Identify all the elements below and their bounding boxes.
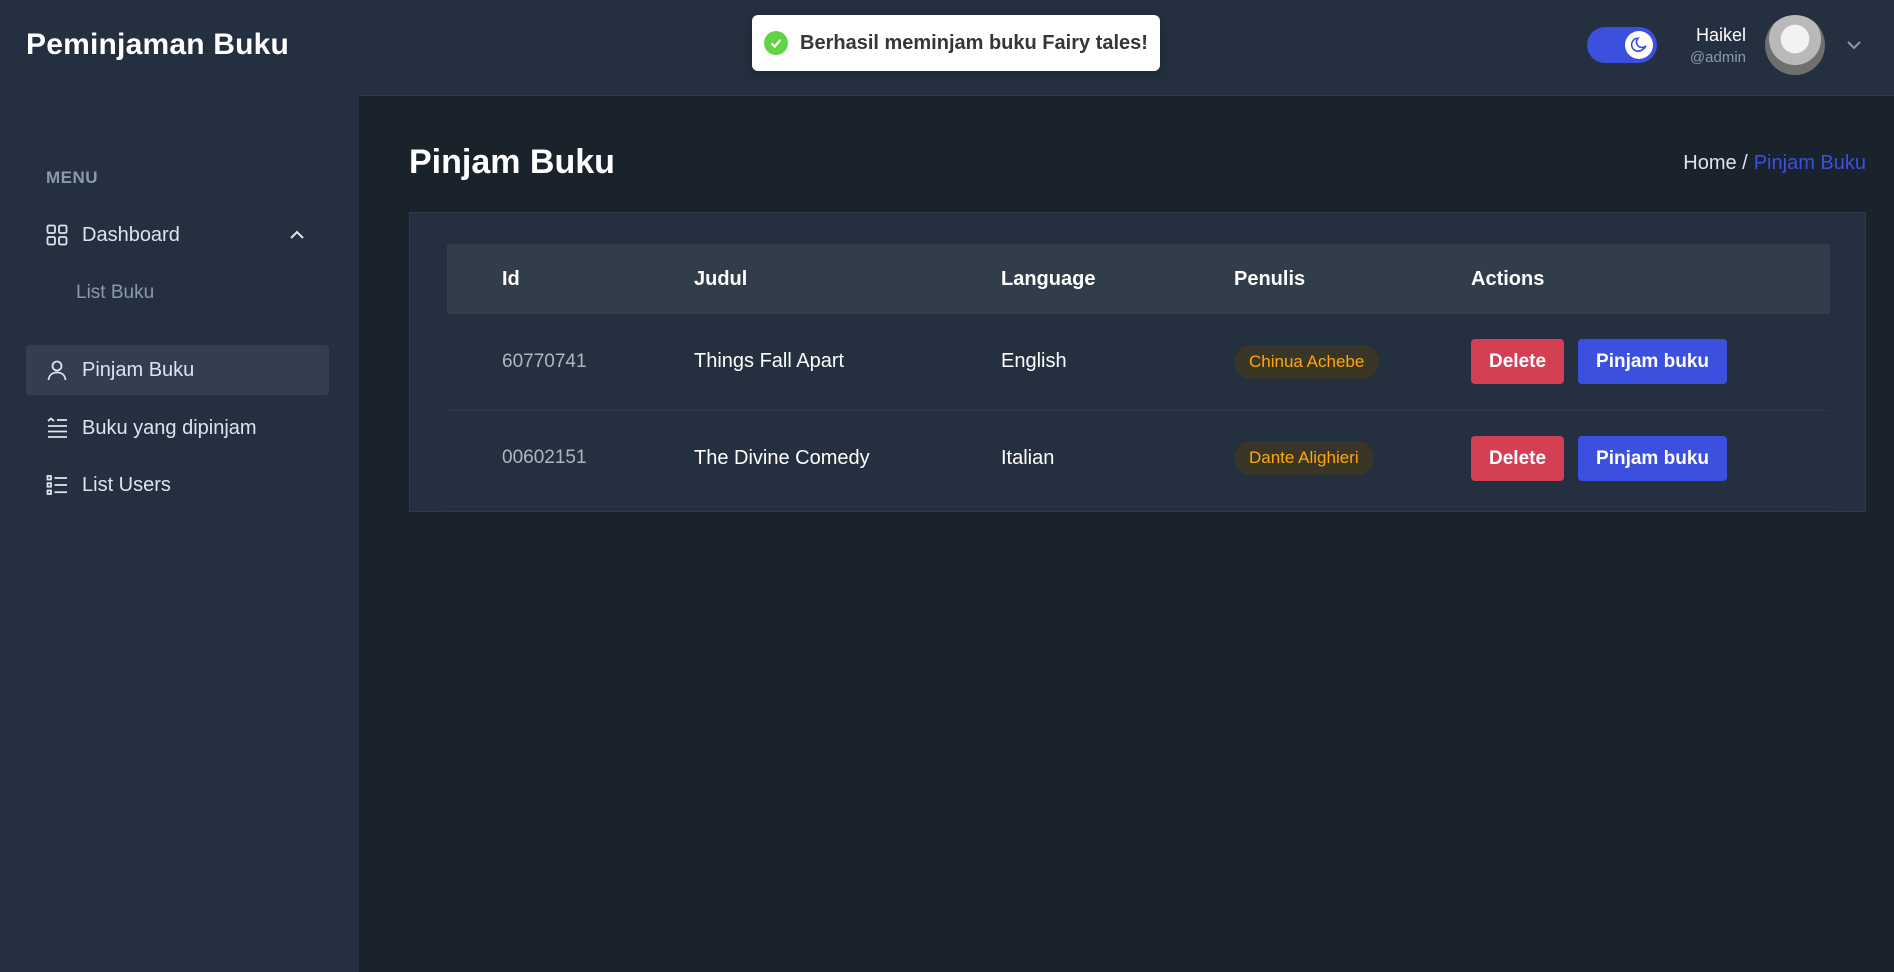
author-badge: Chinua Achebe <box>1234 344 1380 379</box>
column-header-language: Language <box>1001 267 1096 290</box>
sidebar-item-dashboard[interactable]: Dashboard <box>26 210 329 260</box>
user-role: @admin <box>1689 49 1746 66</box>
column-header-id: Id <box>502 267 520 290</box>
dark-mode-toggle[interactable] <box>1587 27 1657 63</box>
table-header-row: Id Judul Language Penulis Actions <box>447 244 1830 314</box>
column-header-penulis: Penulis <box>1234 267 1306 290</box>
cell-judul: The Divine Comedy <box>694 410 1001 507</box>
pinjam-buku-button[interactable]: Pinjam buku <box>1578 435 1727 481</box>
list-icon <box>46 474 68 496</box>
cell-penulis: Chinua Achebe <box>1234 314 1471 411</box>
breadcrumb-home[interactable]: Home / <box>1683 152 1747 175</box>
breadcrumb: Home / Pinjam Buku <box>1683 152 1866 175</box>
app-brand-header[interactable]: Peminjaman Buku <box>26 28 289 62</box>
toast-message: Berhasil meminjam buku Fairy tales! <box>800 31 1148 54</box>
menu-heading: MENU <box>46 168 99 187</box>
cell-penulis: Dante Alighieri <box>1234 410 1471 507</box>
success-toast: Berhasil meminjam buku Fairy tales! <box>752 15 1160 71</box>
delete-button[interactable]: Delete <box>1471 339 1565 385</box>
cell-actions: Delete Pinjam buku <box>1471 314 1830 411</box>
cell-id: 00602151 <box>502 410 694 507</box>
check-circle-icon <box>764 31 788 55</box>
table-row: 00602151 The Divine Comedy Italian Dante… <box>447 410 1830 507</box>
sidebar-item-list-users[interactable]: List Users <box>26 460 329 510</box>
moon-icon <box>1625 31 1653 59</box>
cell-actions: Delete Pinjam buku <box>1471 410 1830 507</box>
books-table-card: Id Judul Language Penulis Actions 607707… <box>409 212 1866 512</box>
sidebar: Peminjaman Buku MENU Dashboard List Buku… <box>0 0 359 972</box>
table-row: 60770741 Things Fall Apart English Chinu… <box>447 314 1830 411</box>
pinjam-buku-button[interactable]: Pinjam buku <box>1578 339 1727 385</box>
sidebar-item-label: Buku yang dipinjam <box>82 416 257 439</box>
chevron-up-icon <box>287 225 307 245</box>
sidebar-subitem-list-buku[interactable]: List Buku <box>76 282 154 304</box>
cell-judul: Things Fall Apart <box>694 314 1001 411</box>
author-badge: Dante Alighieri <box>1234 441 1374 475</box>
sidebar-item-label: Pinjam Buku <box>82 358 195 381</box>
text-align-icon <box>46 417 68 439</box>
chevron-down-icon[interactable] <box>1844 35 1864 55</box>
column-header-actions: Actions <box>1471 267 1545 290</box>
cell-id: 60770741 <box>502 314 694 411</box>
user-name: Haikel <box>1695 25 1746 45</box>
page-title: Pinjam Buku <box>409 143 615 181</box>
sidebar-item-label: Dashboard <box>82 223 180 246</box>
column-header-judul: Judul <box>694 267 748 290</box>
avatar[interactable] <box>1765 15 1825 75</box>
breadcrumb-current: Pinjam Buku <box>1753 152 1866 174</box>
delete-button[interactable]: Delete <box>1471 435 1565 481</box>
cell-language: Italian <box>1001 410 1234 507</box>
cell-language: English <box>1001 314 1234 411</box>
sidebar-item-buku-dipinjam[interactable]: Buku yang dipinjam <box>26 403 329 453</box>
books-table: Id Judul Language Penulis Actions 607707… <box>447 244 1830 507</box>
sidebar-item-pinjam-buku[interactable]: Pinjam Buku <box>26 345 329 395</box>
user-icon <box>46 359 68 381</box>
grid-icon <box>46 224 68 246</box>
sidebar-item-label: List Users <box>82 473 171 496</box>
